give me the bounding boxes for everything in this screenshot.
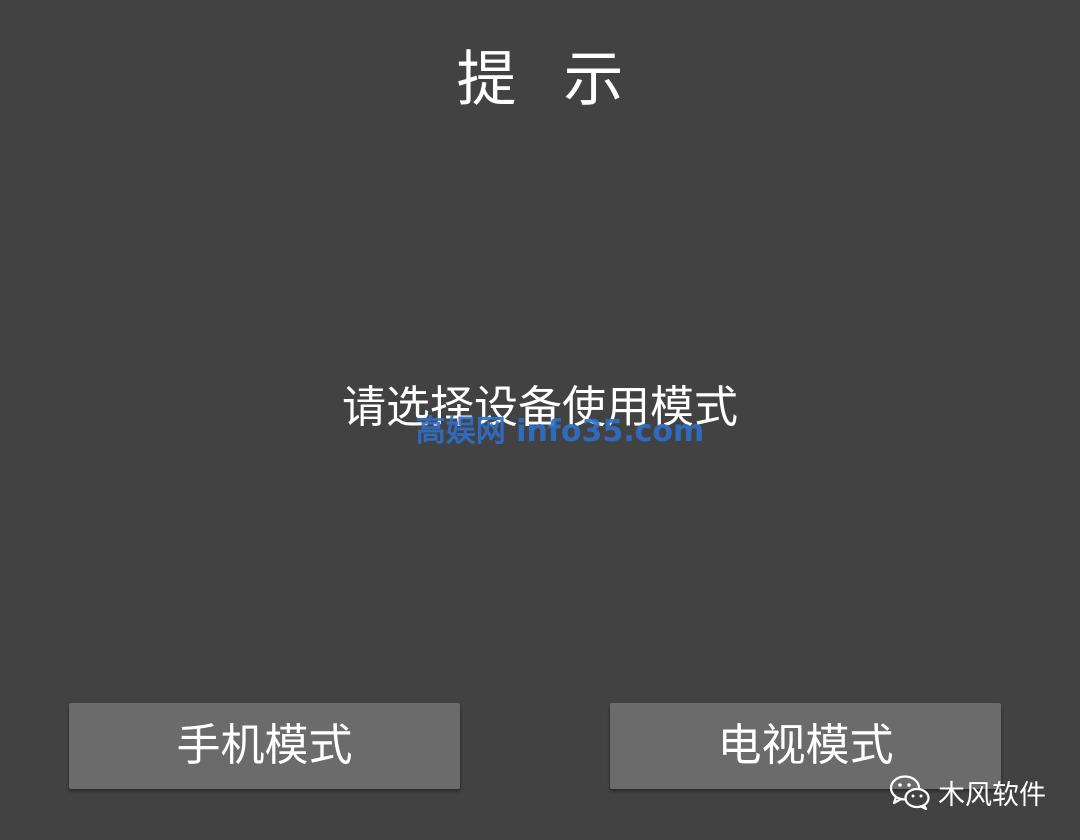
watermark-text: 高娱网 info35.com — [415, 414, 705, 449]
mode-selection-dialog: 提 示 请选择设备使用模式 高娱网 info35.com 手机模式 电视模式 木… — [0, 0, 1080, 840]
brand-label: 木风软件 — [938, 779, 1046, 811]
brand-badge: 木风软件 — [888, 770, 1046, 814]
phone-mode-button[interactable]: 手机模式 — [69, 703, 460, 789]
dialog-title: 提 示 — [456, 45, 638, 115]
wechat-icon — [889, 775, 930, 811]
